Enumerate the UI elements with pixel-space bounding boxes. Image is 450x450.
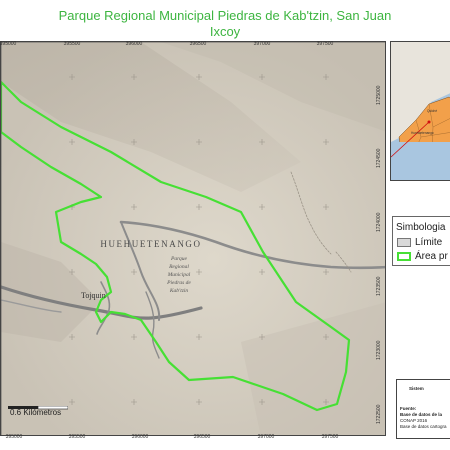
x-tick-bottom-6: 397500 [321,434,339,440]
legend: Simbologia Límite Área pr [392,216,450,266]
x-tick-top-3: 396000 [125,41,143,47]
x-tick-top-1: 395000 [0,41,17,47]
main-map-canvas: HUEHUETENANGO Parque Regional Municipal … [1,42,385,435]
park-label-line1: Parque [170,256,188,262]
source-line-2: Base de datos de la [400,412,443,417]
inset-label-1: Quiché [427,109,437,113]
legend-title: Simbologia [396,222,446,233]
scale-label: 0.6 Kilómetros [10,408,62,417]
legend-swatch-protected-area [397,251,411,261]
x-tick-bottom-5: 397000 [257,434,275,440]
source-line-3: CONAP 2016 [400,418,428,423]
park-label-line2: Regional [168,264,189,270]
x-tick-top-2: 395500 [63,41,81,47]
x-tick-bottom-1: 395000 [5,434,23,440]
map-title: Parque Regional Municipal Piedras de Kab… [0,8,450,40]
town-label: Tojquin [81,291,106,300]
x-tick-top-6: 397500 [316,41,334,47]
map-title-line1: Parque Regional Municipal Piedras de Kab… [58,8,392,23]
main-map[interactable]: HUEHUETENANGO Parque Regional Municipal … [0,41,386,436]
inset-ocean [391,142,450,180]
y-tick-2: 1724500 [376,148,382,168]
legend-swatch-boundary [397,237,411,247]
y-tick-6: 1722500 [376,404,382,424]
x-tick-bottom-4: 396500 [193,434,211,440]
x-tick-top-5: 397000 [253,41,271,47]
source-heading: Sistem [409,386,424,391]
source-line-4: Base de datos cartogra [400,424,447,429]
map-title-line2: Ixcoy [209,24,241,39]
y-tick-3: 1724000 [376,212,382,232]
inset-map-canvas: Quiché Huehuetenango [391,42,450,180]
y-tick-1: 1725000 [376,85,382,105]
source-line-1: Fuente: [400,406,417,411]
inset-label-2: Huehuetenango [411,131,434,135]
inset-location-marker [427,120,431,124]
source-box: Sistem Fuente: Base de datos de la CONAP… [396,379,450,439]
legend-label-protected-area: Área pr [415,251,448,262]
y-tick-4: 1723500 [376,276,382,296]
legend-item-boundary: Límite [397,237,442,248]
legend-item-protected-area: Área pr [397,251,448,262]
x-tick-bottom-2: 395500 [68,434,86,440]
inset-map[interactable]: Quiché Huehuetenango [390,41,450,181]
legend-label-boundary: Límite [415,237,443,248]
park-label-line3: Municipal [167,272,191,278]
park-label-line5: Kab'tzin [169,288,189,294]
x-tick-bottom-3: 396000 [131,434,149,440]
department-label: HUEHUETENANGO [100,239,201,249]
park-label-line4: Piedras de [166,280,191,286]
x-tick-top-4: 396500 [189,41,207,47]
y-tick-5: 1723000 [376,340,382,360]
